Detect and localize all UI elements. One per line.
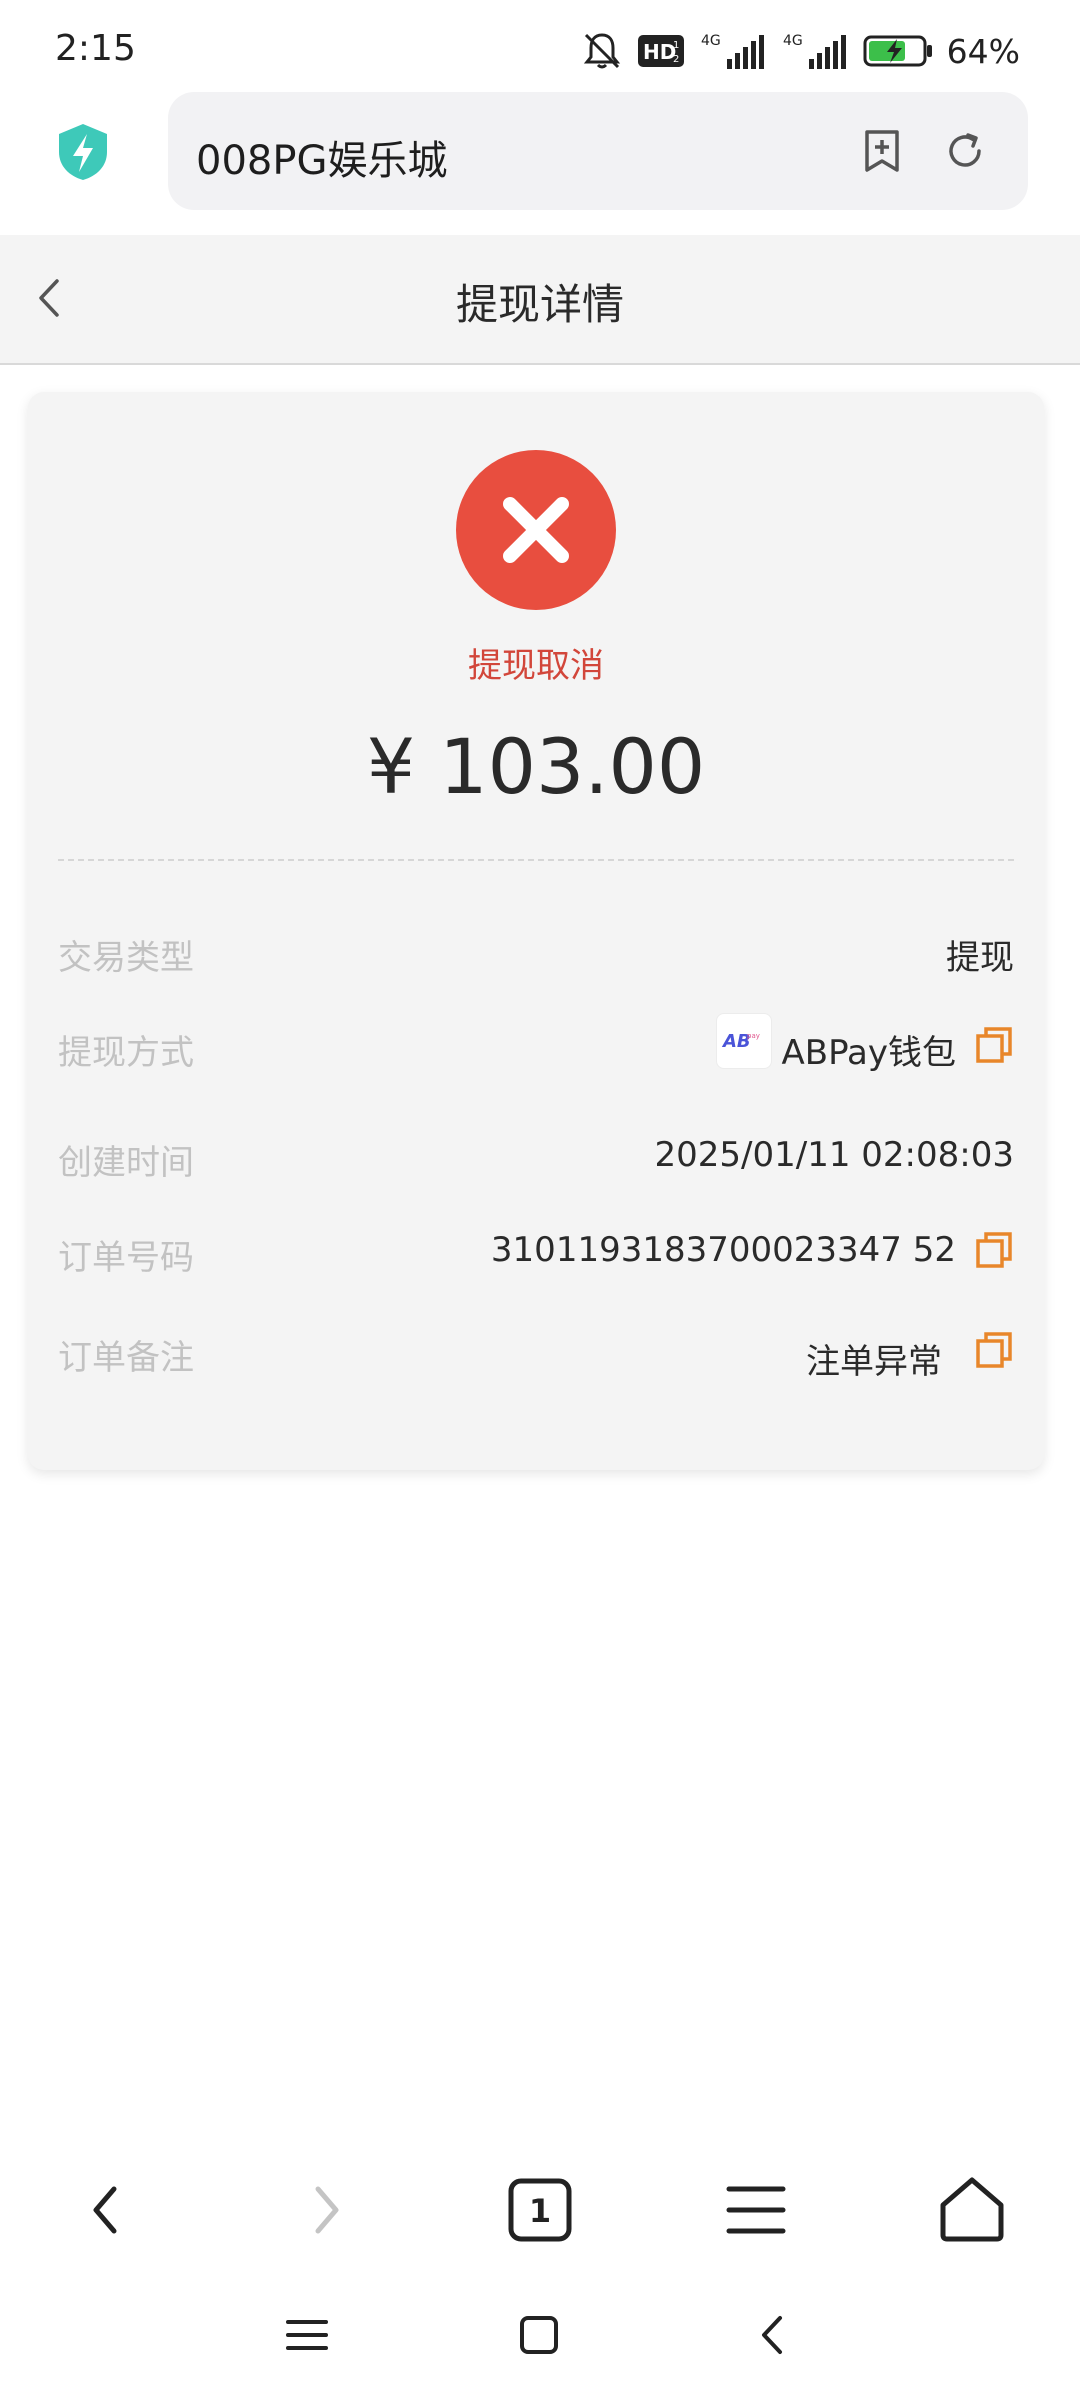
withdrawal-detail-card: 提现取消 ¥ 103.00 交易类型 提现 提现方式 AB pay ABPay钱… — [28, 392, 1044, 1470]
svg-text:4G: 4G — [783, 33, 803, 49]
row-order-number: 订单号码 3101193183700023347 52 — [58, 1220, 1014, 1280]
shield-bolt-icon[interactable] — [55, 122, 111, 182]
browser-bar: 008PG娱乐城 — [0, 90, 1080, 235]
row-label: 交易类型 — [58, 938, 194, 978]
bookmark-add-icon[interactable] — [858, 127, 906, 175]
amount: ¥ 103.00 — [366, 722, 706, 811]
nav-back-icon[interactable] — [72, 2175, 142, 2245]
row-label: 创建时间 — [58, 1143, 194, 1183]
row-created-time: 创建时间 2025/01/11 02:08:03 — [58, 1125, 1014, 1185]
copy-icon[interactable] — [974, 1230, 1014, 1270]
tabs-icon[interactable]: 1 — [505, 2175, 575, 2245]
home-icon[interactable] — [937, 2175, 1007, 2245]
browser-toolbar: 1 — [0, 2150, 1080, 2270]
recent-apps-icon[interactable] — [282, 2310, 332, 2360]
cancel-status-icon — [456, 450, 616, 610]
svg-text:1: 1 — [529, 2192, 551, 2230]
battery-charging-icon — [863, 35, 932, 67]
row-value: 注单异常 — [806, 1342, 942, 1382]
system-back-icon[interactable] — [748, 2310, 798, 2360]
menu-icon[interactable] — [721, 2175, 791, 2245]
nav-forward-icon[interactable] — [290, 2175, 360, 2245]
signal-4g-icon: 4G — [701, 33, 764, 69]
page-title: 提现详情 — [455, 280, 624, 329]
row-value[interactable]: 3101193183700023347 52 — [491, 1230, 956, 1270]
svg-text:pay: pay — [747, 1032, 760, 1040]
url-title[interactable]: 008PG娱乐城 — [196, 128, 447, 186]
status-time: 2:15 — [55, 28, 136, 69]
status-icons: HD 1 2 4G 4G 64% — [581, 28, 1020, 74]
address-bar[interactable]: 008PG娱乐城 — [168, 92, 1028, 210]
row-value: 2025/01/11 02:08:03 — [654, 1135, 1014, 1175]
close-x-icon — [503, 497, 569, 563]
svg-text:2: 2 — [673, 54, 679, 65]
row-label: 提现方式 — [58, 1033, 194, 1073]
battery-percent: 64% — [946, 31, 1020, 71]
row-order-remark: 订单备注 注单异常 — [58, 1320, 1014, 1382]
abpay-logo-icon: AB pay — [716, 1013, 772, 1069]
row-label: 订单号码 — [58, 1238, 194, 1278]
row-label: 订单备注 — [58, 1338, 194, 1378]
dashed-divider — [58, 859, 1014, 861]
signal-4g-icon-2: 4G — [783, 33, 846, 69]
page-header: 提现详情 — [0, 235, 1080, 365]
mute-bell-icon — [583, 33, 620, 69]
status-label: 提现取消 — [468, 646, 604, 686]
svg-text:HD: HD — [643, 40, 676, 64]
hd-icon: HD 1 2 — [637, 35, 684, 67]
row-transaction-type: 交易类型 提现 — [58, 920, 1014, 980]
copy-icon[interactable] — [974, 1330, 1014, 1370]
row-withdraw-method: 提现方式 AB pay ABPay钱包 — [58, 1013, 1014, 1075]
svg-text:4G: 4G — [701, 33, 721, 49]
copy-icon[interactable] — [974, 1025, 1014, 1065]
row-value: 提现 — [946, 938, 1014, 978]
row-value: ABPay钱包 — [781, 1033, 956, 1073]
status-bar: 2:15 HD 1 2 4G 4G 64% — [0, 0, 1080, 90]
system-home-icon[interactable] — [514, 2310, 564, 2360]
reload-icon[interactable] — [941, 127, 989, 175]
system-navigation-bar — [0, 2290, 1080, 2380]
svg-text:1: 1 — [673, 40, 679, 51]
